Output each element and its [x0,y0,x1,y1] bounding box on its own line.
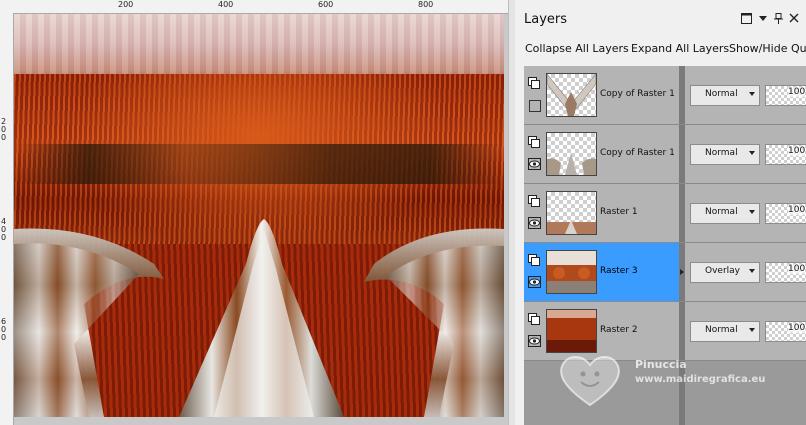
blend-mode-value: Normal [705,89,738,99]
eye-icon[interactable] [528,217,541,229]
blend-mode-dropdown[interactable]: Normal [690,144,760,165]
canvas-area[interactable]: 200 400 600 800 2 0 0 4 0 0 6 0 0 [0,0,508,425]
layer-thumbnail[interactable] [546,191,597,235]
maximize-icon[interactable] [740,13,752,25]
layer-properties: Normal 100 [685,302,806,360]
blend-mode-dropdown[interactable]: Normal [690,321,760,342]
opacity-value: 100 [788,146,806,156]
eye-icon[interactable] [528,335,541,347]
ruler-label-200: 200 [118,0,134,9]
opacity-value: 100 [788,87,806,97]
dropdown-icon[interactable] [757,13,769,25]
opacity-value: 100 [788,205,806,215]
opacity-field[interactable]: 100 [765,144,806,165]
chevron-down-icon [749,210,755,214]
eye-icon[interactable] [528,276,541,288]
opacity-field[interactable]: 100 [765,203,806,224]
layer-group-icon[interactable] [528,136,540,148]
layer-row[interactable]: Copy of Raster 1 Normal 100 [524,125,806,184]
blend-mode-dropdown[interactable]: Overlay [690,262,760,283]
layer-name: Raster 2 [600,325,638,335]
blend-mode-value: Normal [705,148,738,158]
layer-thumbnail[interactable] [546,250,597,294]
chevron-down-icon [749,269,755,273]
layer-properties: Normal 100 [685,125,806,183]
horizontal-ruler: 200 400 600 800 [13,0,508,14]
layer-name: Copy of Raster 1 [600,148,675,158]
opacity-field[interactable]: 100 [765,262,806,283]
ruler-corner [0,0,14,14]
layer-group-icon[interactable] [528,195,540,207]
layers-panel: Layers Collapse All Layers Expand All La… [515,0,806,425]
chevron-down-icon [749,151,755,155]
layer-row[interactable]: Raster 2 Normal 100 [524,302,806,361]
pin-icon[interactable] [772,13,784,25]
close-icon[interactable] [788,13,800,25]
layers-panel-header: Layers [515,0,806,38]
artwork-metal-shapes [14,219,504,417]
layer-properties: Normal 100 [685,66,806,124]
layer-info[interactable]: Raster 1 [524,184,679,242]
vertical-ruler: 2 0 0 4 0 0 6 0 0 [0,13,14,425]
layer-group-icon[interactable] [528,254,540,266]
layer-group-icon[interactable] [528,313,540,325]
blend-mode-value: Normal [705,207,738,217]
blend-mode-value: Normal [705,325,738,335]
opacity-value: 100 [788,323,806,333]
blend-mode-dropdown[interactable]: Normal [690,85,760,106]
expand-all-layers-button[interactable]: Expand All Layers [631,42,729,55]
ruler-label-v-600: 6 0 0 [1,317,7,342]
layer-name: Raster 1 [600,207,638,217]
chevron-down-icon [749,92,755,96]
opacity-field[interactable]: 100 [765,321,806,342]
blend-mode-dropdown[interactable]: Normal [690,203,760,224]
show-hide-button[interactable]: Show/Hide Qu [729,42,806,55]
ruler-label-v-200: 2 0 0 [1,117,7,142]
layer-info[interactable]: Copy of Raster 1 [524,66,679,124]
opacity-value: 100 [788,264,806,274]
chevron-down-icon [749,328,755,332]
layer-info[interactable]: Raster 2 [524,302,679,360]
collapse-all-layers-button[interactable]: Collapse All Layers [525,42,629,55]
layer-info[interactable]: Raster 3 [524,243,679,301]
ruler-label-600: 600 [318,0,334,9]
layer-info[interactable]: Copy of Raster 1 [524,125,679,183]
artwork-image[interactable] [14,14,504,417]
ruler-label-800: 800 [418,0,434,9]
blend-mode-value: Overlay [705,266,740,276]
layer-properties: Normal 100 [685,184,806,242]
layer-properties: Overlay 100 [685,243,806,301]
layer-name: Copy of Raster 1 [600,89,675,99]
layer-row[interactable]: Copy of Raster 1 Normal 100 [524,66,806,125]
layer-row[interactable]: Raster 3 Overlay 100 [524,243,806,302]
layer-name: Raster 3 [600,266,638,276]
layer-row[interactable]: Raster 1 Normal 100 [524,184,806,243]
layer-thumbnail[interactable] [546,73,597,117]
ruler-label-400: 400 [218,0,234,9]
ruler-label-v-400: 4 0 0 [1,217,7,242]
visibility-off-icon[interactable] [529,100,541,112]
layers-list: Copy of Raster 1 Normal 100 Copy of Raster … [524,66,806,425]
layer-thumbnail[interactable] [546,309,597,353]
eye-icon[interactable] [528,158,541,170]
layers-toolbar: Collapse All Layers Expand All Layers Sh… [515,38,806,62]
panel-title: Layers [524,12,568,27]
layer-group-icon[interactable] [528,77,540,89]
opacity-field[interactable]: 100 [765,85,806,106]
layer-thumbnail[interactable] [546,132,597,176]
